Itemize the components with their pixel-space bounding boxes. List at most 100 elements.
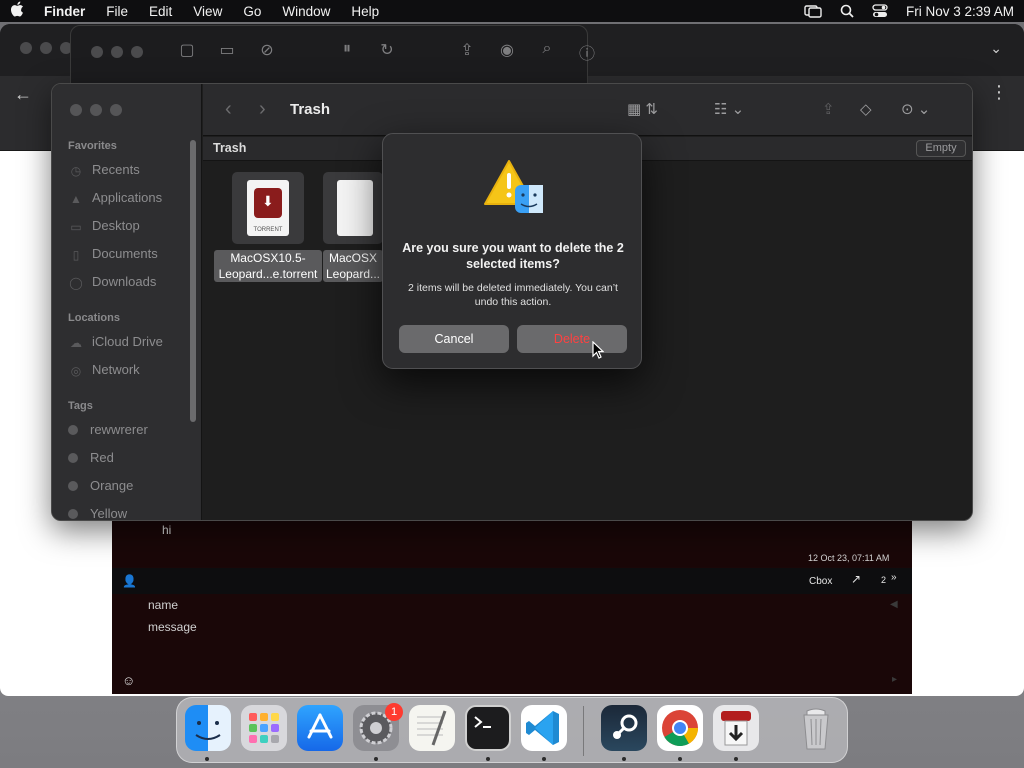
finder-window-controls[interactable]: [70, 104, 122, 116]
sidebar-item-label: Recents: [92, 162, 140, 177]
sidebar-tag-orange[interactable]: Orange: [68, 478, 133, 493]
running-indicator: [205, 757, 209, 761]
dock-app-chrome[interactable]: [657, 705, 703, 751]
screen-mirroring-icon[interactable]: [804, 4, 822, 18]
download-icon: ◯: [69, 275, 83, 290]
chat-panel: hi 12 Oct 23, 07:11 AM 👤 Cbox ↗ 2 » name…: [112, 520, 912, 694]
dock-app-launchpad[interactable]: [241, 705, 287, 751]
sidebar-tag-yellow[interactable]: Yellow: [68, 506, 127, 520]
double-chevron-down-icon[interactable]: »: [891, 572, 897, 583]
tag-dot-icon: [68, 508, 78, 519]
menu-file[interactable]: File: [106, 4, 128, 19]
menu-help[interactable]: Help: [351, 4, 379, 19]
tag-icon[interactable]: ◇: [860, 100, 872, 118]
warning-icon: [483, 158, 545, 216]
dock-app-terminal[interactable]: [465, 705, 511, 751]
zoom-button[interactable]: [110, 104, 122, 116]
external-link-icon[interactable]: ↗: [851, 572, 861, 586]
forward-chevron-icon[interactable]: ›: [259, 98, 266, 121]
empty-trash-button[interactable]: Empty: [916, 140, 966, 157]
minimize-button[interactable]: [90, 104, 102, 116]
running-indicator: [542, 757, 546, 761]
more-actions-icon[interactable]: ⊙ ⌄: [901, 100, 930, 118]
sidebar-scrollbar[interactable]: [190, 140, 196, 422]
file-item-torrent[interactable]: TORRENT MacOSX10.5- Leopard...e.torrent: [214, 172, 322, 282]
menu-window[interactable]: Window: [282, 4, 330, 19]
dock-app-vscode[interactable]: [521, 705, 567, 751]
chat-count: 2: [881, 575, 887, 585]
applications-icon: ▲: [70, 191, 82, 206]
sidebar-item-label: Network: [92, 362, 140, 377]
sidebar-item-downloads[interactable]: ◯ Downloads: [68, 274, 157, 290]
message-input[interactable]: message: [148, 620, 197, 634]
icon-view-icon[interactable]: ▦ ⇅: [627, 100, 658, 118]
sidebar-item-network[interactable]: ◎ Network: [68, 362, 140, 378]
cancel-button[interactable]: Cancel: [399, 325, 509, 353]
chat-message: hi: [162, 523, 172, 537]
pause-icon[interactable]: ⏸: [327, 40, 367, 64]
back-chevron-icon[interactable]: ‹: [225, 98, 232, 121]
control-center-icon[interactable]: [872, 4, 888, 18]
menu-view[interactable]: View: [193, 4, 222, 19]
chat-header-strip: [112, 568, 912, 594]
search-icon[interactable]: ⌕: [527, 40, 567, 64]
send-icon[interactable]: ▸: [892, 674, 897, 685]
dock-app-transmission[interactable]: [713, 705, 759, 751]
document-icon[interactable]: ▢: [167, 40, 207, 64]
share-icon[interactable]: ⇪: [822, 100, 835, 118]
folder-icon[interactable]: ▭: [207, 40, 247, 64]
delete-button[interactable]: Delete: [517, 325, 627, 353]
speaker-icon[interactable]: ◀: [890, 599, 898, 610]
name-input[interactable]: name: [148, 598, 178, 612]
group-by-icon[interactable]: ☷ ⌄: [714, 100, 744, 118]
document-icon: ▯: [72, 247, 80, 262]
dialog-body: 2 items will be deleted immediately. You…: [408, 282, 618, 308]
globe-icon: ◎: [70, 363, 82, 378]
menu-edit[interactable]: Edit: [149, 4, 172, 19]
sidebar-item-applications[interactable]: ▲ Applications: [68, 190, 162, 206]
dock-app-finder[interactable]: [185, 705, 231, 751]
file-name: MacOSX Leopard...: [323, 250, 383, 282]
sidebar-item-desktop[interactable]: ▭ Desktop: [68, 218, 139, 234]
menu-app-name[interactable]: Finder: [44, 4, 85, 19]
chevron-down-icon[interactable]: ⌄: [990, 40, 1002, 57]
file-item-second[interactable]: MacOSX Leopard...: [323, 172, 383, 282]
sidebar-item-label: iCloud Drive: [92, 334, 163, 349]
window-controls[interactable]: [91, 46, 143, 58]
tag-dot-icon: [68, 424, 78, 435]
menubar-clock[interactable]: Fri Nov 3 2:39 AM: [906, 4, 1014, 19]
dock-app-trash[interactable]: [793, 705, 839, 751]
cbox-link[interactable]: Cbox: [809, 576, 832, 587]
close-button[interactable]: [70, 104, 82, 116]
apple-menu-icon[interactable]: [10, 1, 38, 21]
sidebar-tag-rewwrerer[interactable]: rewwrerer: [68, 422, 148, 437]
refresh-icon[interactable]: ↻: [367, 40, 407, 64]
sidebar-item-recents[interactable]: ◷ Recents: [68, 162, 140, 178]
share-icon[interactable]: ⇪: [447, 40, 487, 64]
info-icon[interactable]: ⓘ: [567, 40, 607, 64]
dock-app-steam[interactable]: [601, 705, 647, 751]
dock-app-app-store[interactable]: [297, 705, 343, 751]
sidebar-tag-red[interactable]: Red: [68, 450, 114, 465]
eye-icon[interactable]: ◉: [487, 40, 527, 64]
emoji-icon[interactable]: ☺: [122, 673, 135, 688]
spotlight-search-icon[interactable]: [840, 4, 854, 18]
sidebar-section-favorites: Favorites: [68, 140, 117, 152]
cloud-icon: ☁: [70, 335, 82, 350]
mouse-cursor-icon: [592, 340, 605, 364]
more-options-icon[interactable]: ⋮: [990, 82, 1008, 103]
sidebar-item-label: Downloads: [92, 274, 157, 289]
menu-go[interactable]: Go: [243, 4, 261, 19]
file-thumbnail: TORRENT: [232, 172, 304, 244]
dock-app-textedit[interactable]: [409, 705, 455, 751]
browser-window-controls[interactable]: [20, 42, 72, 54]
running-indicator: [374, 757, 378, 761]
sidebar-item-documents[interactable]: ▯ Documents: [68, 246, 158, 262]
sidebar-item-icloud-drive[interactable]: ☁ iCloud Drive: [68, 334, 163, 350]
desktop-icon: ▭: [70, 219, 82, 234]
user-icon[interactable]: 👤: [122, 574, 137, 588]
back-arrow-icon[interactable]: ←: [14, 84, 32, 105]
document-icon: [337, 180, 373, 236]
prohibited-icon[interactable]: ⊘: [247, 40, 287, 64]
